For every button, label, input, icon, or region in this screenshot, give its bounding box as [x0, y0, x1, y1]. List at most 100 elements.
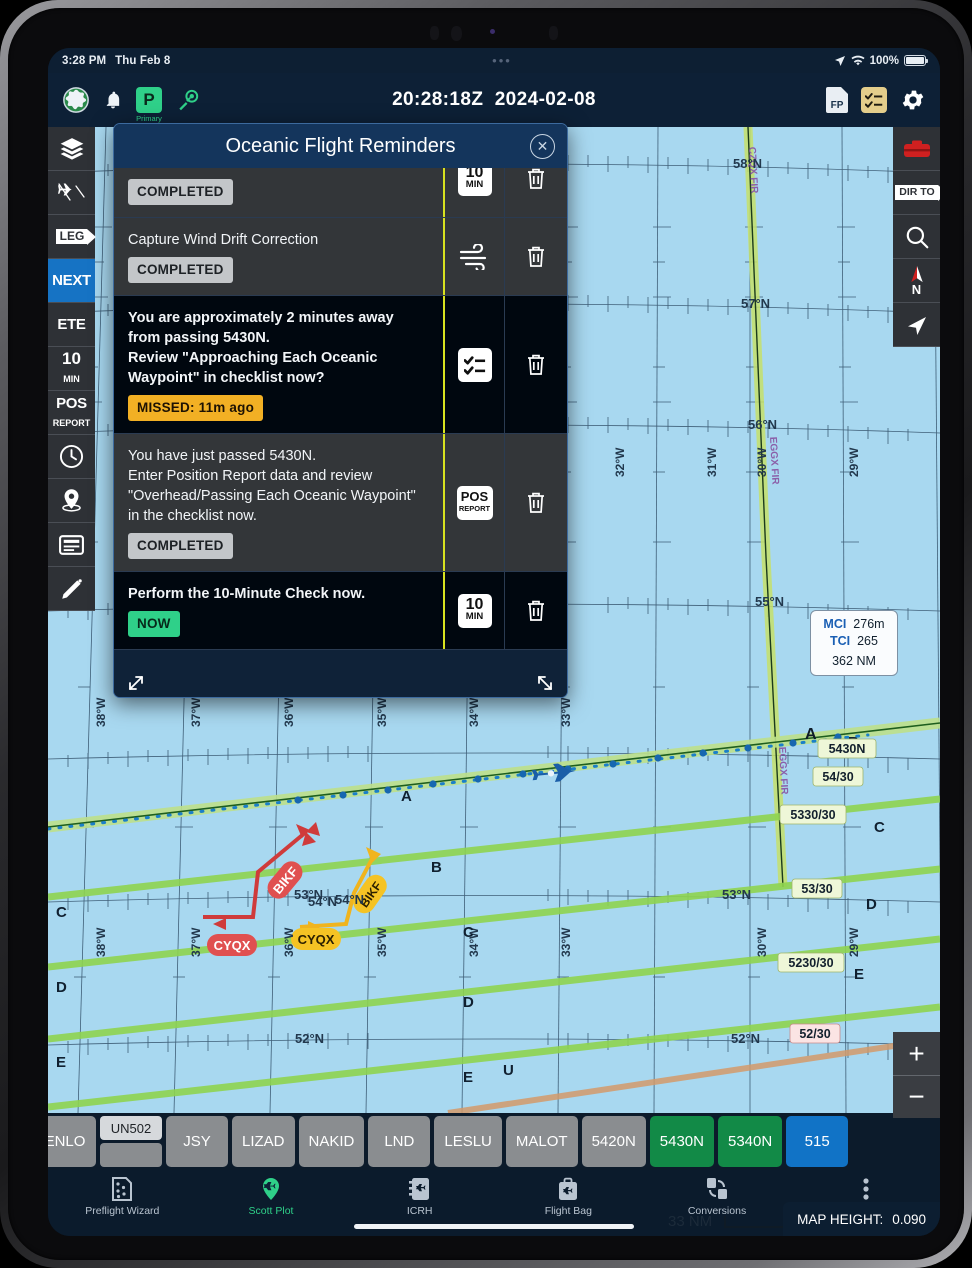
svg-text:5230/30: 5230/30	[788, 956, 833, 970]
sidebar-item-layers[interactable]	[48, 127, 95, 171]
map-height-indicator: MAP HEIGHT: 0.090	[783, 1202, 940, 1236]
close-icon[interactable]: ✕	[530, 133, 555, 159]
zulu-time: 20:28:18Z	[392, 89, 484, 110]
home-indicator	[354, 1224, 634, 1229]
waypoint-jsy[interactable]: JSY	[166, 1116, 228, 1167]
reminder-icon[interactable]	[443, 296, 505, 433]
sidebar-item-flight-bag[interactable]	[893, 127, 940, 171]
reminders-list[interactable]: COMPLETED 10 MIN Capture Wind Drift Corr…	[114, 168, 567, 667]
bell-icon[interactable]	[103, 89, 123, 111]
sidebar-item-ete[interactable]: ETE	[48, 303, 95, 347]
reminder-row[interactable]: Perform the 10-Minute Check now. NOW 10 …	[114, 572, 567, 650]
conversions-icon	[706, 1177, 728, 1201]
camera-indicator	[490, 29, 495, 34]
tab-conversions[interactable]: Conversions	[643, 1177, 792, 1217]
reminder-row[interactable]: You are approximately 2 minutes away fro…	[114, 296, 567, 434]
sidebar-item-notes[interactable]	[48, 523, 95, 567]
reminder-body: Perform the 10-Minute Check now.	[128, 586, 366, 602]
svg-text:29°W: 29°W	[847, 927, 861, 957]
reminder-icon[interactable]: POS REPORT	[443, 434, 505, 571]
app-header: 20:28:18Z 2024-02-08 P Primary FP	[48, 73, 940, 127]
svg-text:53/30: 53/30	[801, 882, 832, 896]
waypoint-un502-stack[interactable]: UN502	[100, 1116, 162, 1167]
svg-text:58°N: 58°N	[733, 156, 762, 171]
svg-text:35°W: 35°W	[375, 697, 389, 727]
reminder-icon[interactable]	[443, 218, 505, 295]
waypoint-leslu[interactable]: LESLU	[434, 1116, 502, 1167]
waypoint-5340n[interactable]: 5340N	[717, 1116, 783, 1167]
delete-reminder-button[interactable]	[505, 296, 567, 433]
waypoint-515[interactable]: 515	[786, 1116, 849, 1167]
svg-text:52°N: 52°N	[295, 1031, 324, 1046]
scale-distance: 33 NM	[668, 1213, 713, 1230]
ete-label: ETE	[57, 316, 86, 333]
dialog-footer	[114, 667, 567, 697]
sidebar-item-leg[interactable]: LEG	[48, 215, 95, 259]
tab-icrh[interactable]: ICRH	[345, 1177, 494, 1217]
svg-text:CYQX: CYQX	[298, 932, 335, 947]
svg-text:35°W: 35°W	[375, 927, 389, 957]
waypoint-5430n[interactable]: 5430N	[649, 1116, 714, 1167]
svg-text:E: E	[854, 966, 864, 983]
tab-preflight-wizard[interactable]: Preflight Wizard	[48, 1177, 197, 1217]
satellite-icon[interactable]	[175, 87, 201, 113]
waypoint-strip[interactable]: ENLO UN502 JSY LIZAD NAKID LND LESLU MAL…	[48, 1113, 940, 1170]
briefcase-icon	[902, 138, 932, 160]
sidebar-item-ten-minute[interactable]: 10 MIN	[48, 347, 95, 391]
ten-min-unit: MIN	[465, 178, 484, 190]
svg-text:E: E	[463, 1069, 473, 1086]
flight-plan-doc-icon[interactable]: FP	[826, 87, 848, 113]
map-pin-plane-icon	[260, 1177, 282, 1201]
sidebar-item-locate-me[interactable]	[893, 303, 940, 347]
waypoint-lizad[interactable]: LIZAD	[232, 1116, 295, 1167]
delete-reminder-button[interactable]	[505, 168, 567, 217]
pos-report-icon: POS REPORT	[456, 485, 493, 520]
sidebar-item-draw[interactable]	[48, 567, 95, 611]
sidebar-item-north-up[interactable]: N	[893, 259, 940, 303]
airway-placeholder	[100, 1143, 162, 1167]
svg-text:5330/30: 5330/30	[790, 808, 835, 822]
clock-icon	[58, 443, 85, 470]
delete-reminder-button[interactable]	[505, 218, 567, 295]
delete-reminder-button[interactable]	[505, 434, 567, 571]
sidebar-item-pos-report[interactable]: POS REPORT	[48, 391, 95, 435]
pencil-icon	[59, 576, 85, 602]
sidebar-item-search[interactable]	[893, 215, 940, 259]
trash-icon	[525, 245, 547, 269]
sidebar-item-next[interactable]: NEXT	[48, 259, 95, 303]
reminder-row[interactable]: You have just passed 5430N. Enter Positi…	[114, 434, 567, 572]
resize-handle-icon-left[interactable]	[126, 673, 146, 693]
reminder-icon[interactable]: 10 MIN	[443, 572, 505, 649]
zoom-in-button[interactable]: +	[893, 1032, 940, 1075]
sidebar-item-aircraft-traffic[interactable]	[48, 171, 95, 215]
waypoint-malot[interactable]: MALOT	[505, 1116, 578, 1167]
tab-scott-plot[interactable]: Scott Plot	[197, 1177, 346, 1217]
waypoint-enlo[interactable]: ENLO	[48, 1116, 96, 1167]
tab-flight-bag[interactable]: Flight Bag	[494, 1177, 643, 1217]
svg-text:36°W: 36°W	[282, 927, 296, 957]
globe-icon[interactable]	[62, 86, 90, 114]
zoom-out-button[interactable]: −	[893, 1075, 940, 1118]
waypoint-nakid[interactable]: NAKID	[298, 1116, 365, 1167]
resize-handle-icon-right[interactable]	[535, 673, 555, 693]
checklist-icon[interactable]	[861, 87, 887, 113]
primary-badge[interactable]: P Primary	[136, 87, 162, 123]
reminder-icon[interactable]: 10 MIN	[443, 168, 505, 217]
svg-text:CYQX: CYQX	[214, 938, 251, 953]
waypoint-5420n[interactable]: 5420N	[581, 1116, 646, 1167]
reminder-body: You have just passed 5430N. Enter Positi…	[128, 448, 416, 524]
svg-text:30°W: 30°W	[755, 927, 769, 957]
sidebar-item-clock[interactable]	[48, 435, 95, 479]
north-label: N	[911, 282, 922, 297]
layers-icon	[59, 136, 85, 162]
reminder-row[interactable]: COMPLETED 10 MIN	[114, 168, 567, 218]
next-label: NEXT	[52, 272, 91, 289]
delete-reminder-button[interactable]	[505, 572, 567, 649]
waypoint-lnd[interactable]: LND	[368, 1116, 431, 1167]
reminder-row[interactable]: Capture Wind Drift Correction COMPLETED	[114, 218, 567, 296]
map-info-balloon[interactable]: MCI 276m TCI 265 362 NM	[810, 610, 898, 676]
sidebar-item-direct-to[interactable]: DIR TO	[893, 171, 940, 215]
svg-text:37°W: 37°W	[189, 927, 203, 957]
gear-icon[interactable]	[900, 87, 926, 113]
sidebar-item-waypoint-pin[interactable]	[48, 479, 95, 523]
